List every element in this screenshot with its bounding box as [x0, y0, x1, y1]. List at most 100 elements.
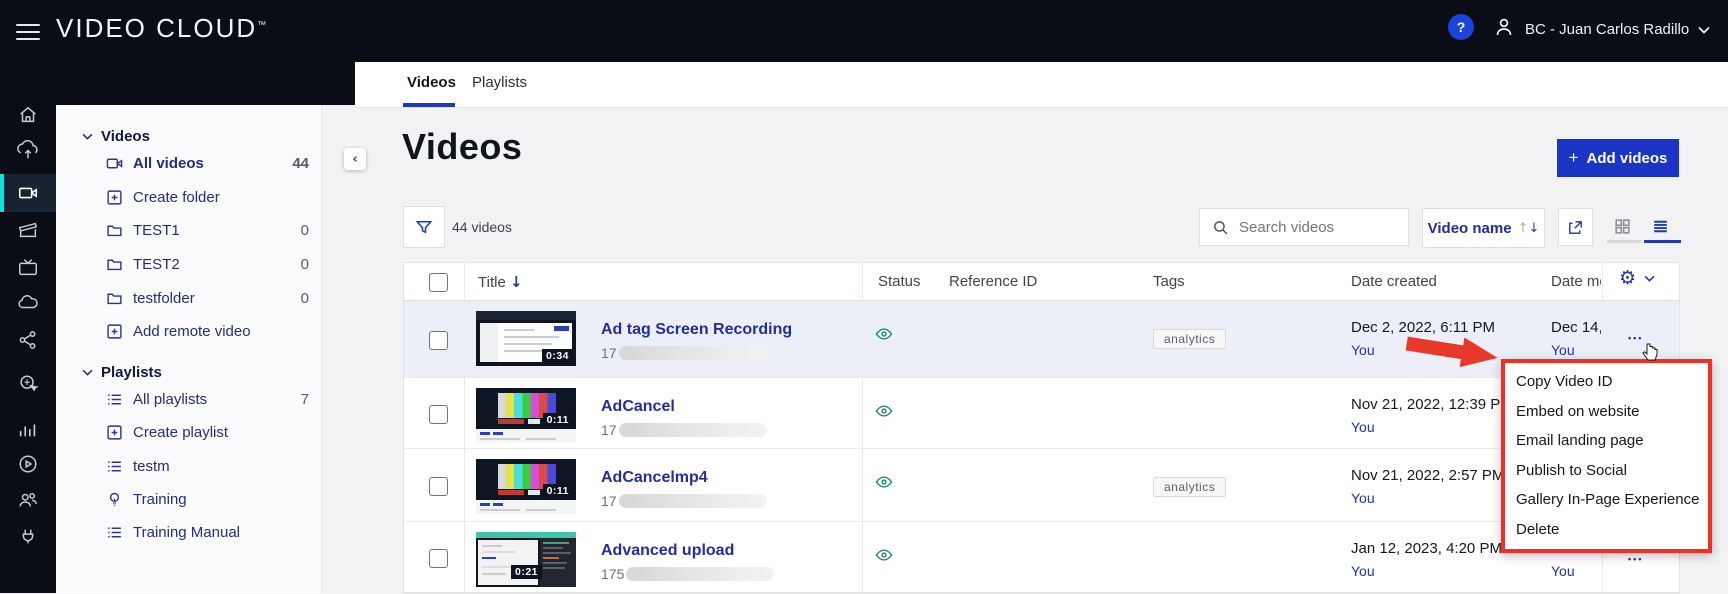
tv-icon[interactable]	[17, 256, 39, 278]
sidebar-collapse-button[interactable]: ‹	[344, 148, 366, 170]
sidebar-item-playlist-testm[interactable]: testm	[106, 454, 309, 478]
item-count: 0	[300, 221, 309, 239]
table-row[interactable]: 0:11 AdCancelmp4 17 analytics Nov 21, 20…	[404, 449, 1679, 522]
add-videos-button[interactable]: + Add videos	[1557, 139, 1679, 177]
menu-item-copy-video-id[interactable]: Copy Video ID	[1505, 367, 1708, 397]
sidebar-item-all-videos[interactable]: All videos 44	[106, 151, 309, 175]
sidebar-item-add-remote-video[interactable]: Add remote video	[106, 319, 309, 343]
trademark: ™	[257, 19, 267, 30]
cloud-icon[interactable]	[17, 291, 39, 313]
video-thumbnail[interactable]: 0:34	[476, 311, 576, 366]
video-title-link[interactable]: AdCancelmp4	[601, 469, 708, 487]
column-header-title[interactable]: Title ↓	[478, 273, 523, 291]
sidebar-item-folder-test1[interactable]: TEST1 0	[106, 218, 309, 242]
integrations-plug-icon[interactable]	[17, 525, 39, 547]
table-row[interactable]: 0:11 AdCancel 17 Nov 21, 2022, 12:39 PM …	[404, 378, 1679, 449]
interactivity-icon[interactable]	[17, 373, 39, 395]
list-view-button[interactable]	[1651, 217, 1671, 237]
plus-square-icon	[107, 323, 122, 339]
search-input[interactable]	[1237, 217, 1401, 237]
users-icon[interactable]	[17, 489, 39, 511]
sidebar-item-create-folder[interactable]: Create folder	[106, 185, 309, 209]
row-checkbox[interactable]	[429, 549, 448, 568]
page-title: Videos	[402, 126, 523, 167]
column-header-status[interactable]: Status	[878, 273, 921, 290]
video-id: 17	[601, 422, 767, 438]
tag-chip[interactable]: analytics	[1153, 329, 1227, 349]
select-all-checkbox[interactable]	[429, 273, 448, 292]
status-playable-icon	[875, 404, 893, 423]
date-created: Nov 21, 2022, 2:57 PM	[1351, 467, 1505, 484]
video-thumbnail[interactable]: 0:11	[476, 388, 576, 443]
sort-button[interactable]: Video name ↑↓	[1422, 208, 1545, 248]
video-title-link[interactable]: Advanced upload	[601, 542, 734, 560]
column-header-date-created[interactable]: Date created	[1351, 273, 1437, 290]
tag-chip[interactable]: analytics	[1153, 477, 1227, 497]
sidebar-item-folder-testfolder[interactable]: testfolder 0	[106, 286, 309, 310]
sidebar-item-folder-test2[interactable]: TEST2 0	[106, 252, 309, 276]
row-actions-ellipsis[interactable]: •••	[1628, 333, 1643, 343]
column-header-reference-id[interactable]: Reference ID	[949, 273, 1037, 290]
sidebar-item-all-playlists[interactable]: All playlists 7	[106, 387, 309, 411]
video-thumbnail[interactable]: 0:11	[476, 459, 576, 514]
account-menu[interactable]: BC - Juan Carlos Radillo	[1492, 15, 1710, 43]
analytics-icon[interactable]	[17, 419, 39, 441]
grid-view-underline	[1607, 240, 1642, 243]
user-icon	[1492, 15, 1516, 43]
media-clapperboard-icon[interactable]	[17, 219, 39, 241]
sidebar-section-playlists[interactable]: Playlists	[82, 361, 162, 383]
chevron-down-icon	[1698, 21, 1710, 38]
chevron-down-icon	[82, 369, 93, 376]
modified-by-link[interactable]: You	[1551, 342, 1575, 358]
redacted-id-blur	[618, 494, 767, 508]
sidebar-item-playlist-training[interactable]: Training	[106, 487, 309, 511]
sidebar-item-create-playlist[interactable]: Create playlist	[106, 420, 309, 444]
hamburger-menu-icon[interactable]	[16, 19, 40, 45]
video-title-link[interactable]: AdCancel	[601, 398, 675, 416]
menu-item-embed-on-website[interactable]: Embed on website	[1505, 397, 1708, 427]
column-header-tags[interactable]: Tags	[1153, 273, 1185, 290]
video-camera-icon[interactable]	[17, 182, 39, 204]
modified-by-link[interactable]: You	[1551, 563, 1575, 579]
grid-view-button[interactable]	[1613, 217, 1633, 237]
plus-square-icon	[107, 189, 122, 205]
row-checkbox[interactable]	[429, 477, 448, 496]
export-button[interactable]	[1558, 208, 1593, 246]
created-by-link[interactable]: You	[1351, 342, 1375, 358]
status-playable-icon	[875, 548, 893, 567]
menu-item-publish-to-social[interactable]: Publish to Social	[1505, 456, 1708, 486]
filter-button[interactable]	[403, 206, 445, 248]
tab-playlists[interactable]: Playlists	[472, 74, 527, 91]
sidebar-section-videos[interactable]: Videos	[82, 125, 150, 147]
created-by-link[interactable]: You	[1351, 563, 1375, 579]
video-thumbnail[interactable]: 0:21	[476, 532, 576, 587]
row-checkbox[interactable]	[429, 405, 448, 424]
menu-item-gallery-in-page-experience[interactable]: Gallery In-Page Experience	[1505, 485, 1708, 515]
created-by-link[interactable]: You	[1351, 490, 1375, 506]
row-checkbox[interactable]	[429, 331, 448, 350]
column-header-date-modified[interactable]: Date modified	[1551, 273, 1601, 290]
funnel-icon	[415, 221, 433, 234]
home-icon[interactable]	[17, 104, 39, 126]
help-button[interactable]: ?	[1448, 14, 1474, 40]
share-icon[interactable]	[17, 329, 39, 351]
table-row[interactable]: 0:21 Advanced upload 175 Jan 12, 2023, 4…	[404, 522, 1679, 594]
date-modified: Dec 14,	[1551, 319, 1601, 336]
video-count-label: 44 videos	[452, 219, 512, 235]
sidebar-item-playlist-training-manual[interactable]: Training Manual	[106, 520, 309, 544]
search-icon	[1214, 220, 1228, 234]
menu-item-delete[interactable]: Delete	[1505, 515, 1708, 545]
item-count: 0	[300, 289, 309, 307]
video-id: 175	[601, 566, 775, 582]
column-settings-button[interactable]: ⚙	[1619, 269, 1655, 288]
menu-item-email-landing-page[interactable]: Email landing page	[1505, 426, 1708, 456]
video-title-link[interactable]: Ad tag Screen Recording	[601, 321, 792, 339]
created-by-link[interactable]: You	[1351, 419, 1375, 435]
sort-arrows-icon: ↑↓	[1517, 221, 1540, 236]
player-icon[interactable]	[17, 453, 39, 475]
upload-icon[interactable]	[17, 139, 39, 162]
duration-badge: 0:34	[541, 349, 573, 363]
folder-icon	[107, 293, 122, 304]
row-actions-ellipsis[interactable]: •••	[1628, 554, 1643, 564]
tab-videos[interactable]: Videos	[407, 74, 456, 91]
